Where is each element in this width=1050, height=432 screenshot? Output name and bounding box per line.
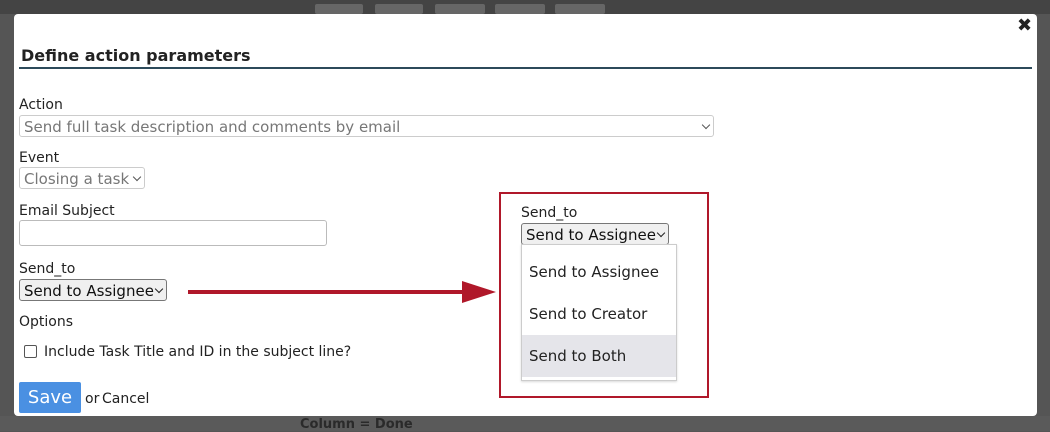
callout-send-to-label: Send_to <box>521 205 578 221</box>
send-to-dropdown-menu: Send to Assignee Send to Creator Send to… <box>521 244 677 381</box>
background-button <box>435 4 485 14</box>
background-toolbar <box>0 0 1050 14</box>
action-parameters-dialog: ✖ Define action parameters Action Send f… <box>14 14 1037 416</box>
background-button <box>555 4 605 14</box>
background-column-label: Column = Done <box>300 417 413 432</box>
callout-send-to-select[interactable]: Send to Assignee <box>521 223 669 245</box>
callout-send-to-select-value: Send to Assignee <box>526 226 656 244</box>
dropdown-option-creator[interactable]: Send to Creator <box>522 293 676 335</box>
dropdown-option-assignee[interactable]: Send to Assignee <box>522 251 676 293</box>
background-button <box>315 4 363 14</box>
background-button <box>375 4 423 14</box>
chevron-down-icon <box>656 228 666 238</box>
background-button <box>495 4 545 14</box>
background-board <box>0 416 1050 431</box>
dropdown-option-both[interactable]: Send to Both <box>522 335 676 377</box>
